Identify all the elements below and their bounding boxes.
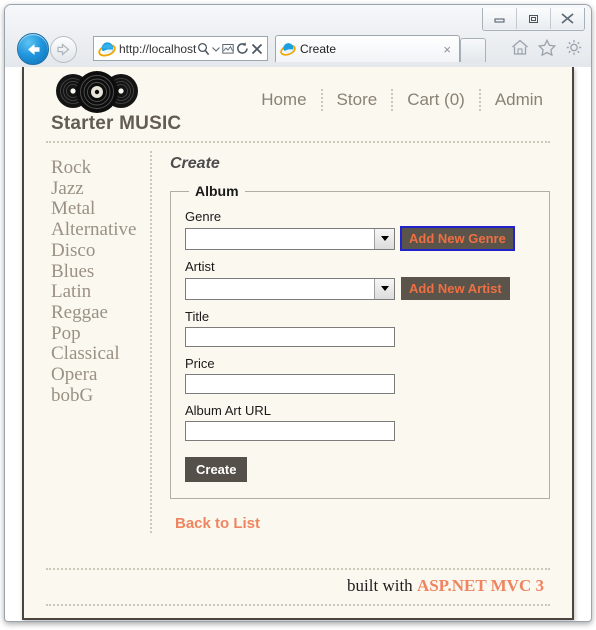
back-to-list-link[interactable]: Back to List [175,515,260,532]
top-navigation: Home Store Cart (0) Admin [247,89,547,111]
sidebar-item-pop[interactable]: Pop [51,323,150,345]
address-bar[interactable]: http://localhost:24 [93,36,268,61]
home-icon[interactable] [511,39,529,56]
minimize-button[interactable] [483,8,516,29]
chevron-down-icon[interactable] [374,278,394,299]
page-frame: Starter MUSIC Home Store Cart (0) Admin … [22,67,574,620]
price-input[interactable] [185,374,395,394]
genre-select-value [186,229,374,249]
artist-select-value [186,279,374,299]
main-column: Create Album Genre Add New Genre Artist … [152,151,550,533]
tab-close-icon[interactable]: × [439,43,455,56]
title-input[interactable] [185,327,395,347]
site-footer: built with ASP.NET MVC 3 [46,568,550,606]
album-fieldset-legend: Album [195,183,239,199]
title-label: Title [185,309,210,324]
stop-icon[interactable] [251,43,263,55]
search-icon[interactable] [197,42,210,56]
nav-item-home[interactable]: Home [247,89,323,111]
nav-item-cart[interactable]: Cart (0) [393,89,481,111]
nav-item-admin[interactable]: Admin [481,89,547,111]
genre-select[interactable] [185,227,395,250]
artist-label: Artist [185,259,215,274]
footer-built-with-label: built with [347,576,417,595]
footer-framework-label: ASP.NET MVC 3 [416,576,544,595]
browser-window: http://localhost:24 [4,4,592,622]
browser-chrome: http://localhost:24 [5,5,591,68]
nav-item-store[interactable]: Store [323,89,394,111]
chevron-down-icon[interactable] [212,46,220,52]
album-fieldset: Album Genre Add New Genre Artist Add New… [170,183,550,499]
price-label: Price [185,356,215,371]
page-title: Create [170,155,220,172]
genre-row: Add New Genre [185,226,535,251]
site-logo[interactable] [51,69,143,115]
genre-label: Genre [185,209,222,224]
sidebar-item-metal[interactable]: Metal [51,199,150,220]
artist-select[interactable] [185,277,395,300]
site-header: Starter MUSIC Home Store Cart (0) Admin [46,67,550,143]
genre-sidebar: Rock Jazz Metal Alternative Disco Blues … [46,151,152,533]
sidebar-item-bobg[interactable]: bobG [51,385,150,407]
content-area: Rock Jazz Metal Alternative Disco Blues … [46,143,550,533]
sidebar-item-jazz[interactable]: Jazz [51,178,150,200]
footer-text: built with ASP.NET MVC 3 [347,576,550,595]
new-tab-button[interactable] [460,38,486,62]
back-arrow-icon [27,43,39,55]
sidebar-item-opera[interactable]: Opera [51,364,150,386]
close-button[interactable] [550,8,584,29]
add-new-artist-button[interactable]: Add New Artist [401,277,510,300]
refresh-icon[interactable] [236,42,249,55]
album-art-url-label: Album Art URL [185,403,271,418]
tab-create[interactable]: Create × [275,35,460,62]
create-submit-button[interactable]: Create [185,457,248,482]
forward-button[interactable] [50,36,77,63]
sidebar-item-reggae[interactable]: Reggae [51,302,150,324]
tab-title-text: Create [300,42,337,56]
sidebar-item-alternative[interactable]: Alternative [51,219,150,241]
add-new-genre-button[interactable]: Add New Genre [400,226,515,251]
gear-icon[interactable] [565,39,583,56]
window-controls [482,8,585,31]
vinyl-records-logo [56,71,138,113]
sidebar-item-rock[interactable]: Rock [51,157,150,179]
sidebar-item-latin[interactable]: Latin [51,282,150,303]
internet-explorer-icon [280,43,296,56]
page-viewport: Starter MUSIC Home Store Cart (0) Admin … [5,67,591,621]
sidebar-item-disco[interactable]: Disco [51,240,150,262]
browser-toolbar-icons [511,39,583,56]
tab-strip: Create × [275,35,486,62]
address-bar-icons [197,42,265,56]
internet-explorer-icon [98,41,116,56]
site-title: Starter MUSIC [51,113,182,134]
address-url-text: http://localhost:24 [119,41,197,56]
album-art-url-input[interactable] [185,421,395,441]
back-button[interactable] [17,33,49,65]
chevron-down-icon[interactable] [374,228,394,249]
restore-button[interactable] [516,8,550,29]
sidebar-item-classical[interactable]: Classical [51,344,150,365]
artist-row: Add New Artist [185,277,535,300]
forward-arrow-icon [57,43,70,56]
compatibility-view-icon[interactable] [222,43,234,55]
star-icon[interactable] [538,39,556,56]
sidebar-item-blues[interactable]: Blues [51,261,150,283]
